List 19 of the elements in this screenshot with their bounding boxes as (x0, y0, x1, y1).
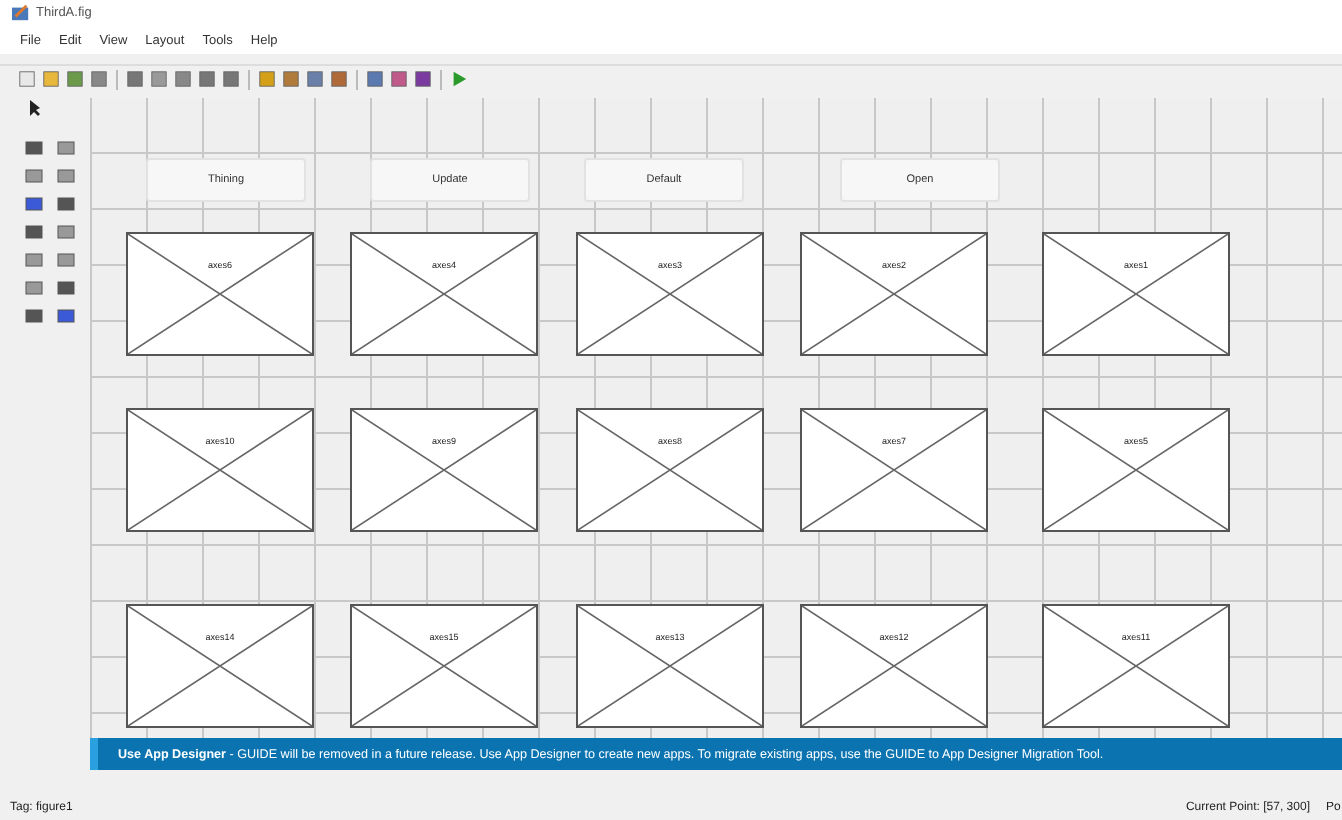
pointer-icon[interactable] (24, 98, 44, 119)
component-icon[interactable] (24, 250, 44, 271)
tool-icon[interactable] (66, 70, 84, 89)
component-icon[interactable] (56, 166, 76, 187)
component-icon[interactable] (24, 222, 44, 243)
component-icon[interactable] (56, 278, 76, 299)
component-icon[interactable] (56, 250, 76, 271)
component-icon[interactable] (56, 222, 76, 243)
component-icon[interactable] (24, 306, 44, 327)
figure-icon (12, 3, 30, 22)
component-icon[interactable] (24, 278, 44, 299)
component-icon[interactable] (24, 138, 44, 159)
component-icon[interactable] (56, 138, 76, 159)
layout-grid[interactable] (90, 98, 1342, 771)
component-icon[interactable] (24, 166, 44, 187)
component-icon[interactable] (24, 194, 44, 215)
component-icon[interactable] (56, 194, 76, 215)
run-icon[interactable] (450, 70, 468, 89)
component-icon[interactable] (56, 306, 76, 327)
